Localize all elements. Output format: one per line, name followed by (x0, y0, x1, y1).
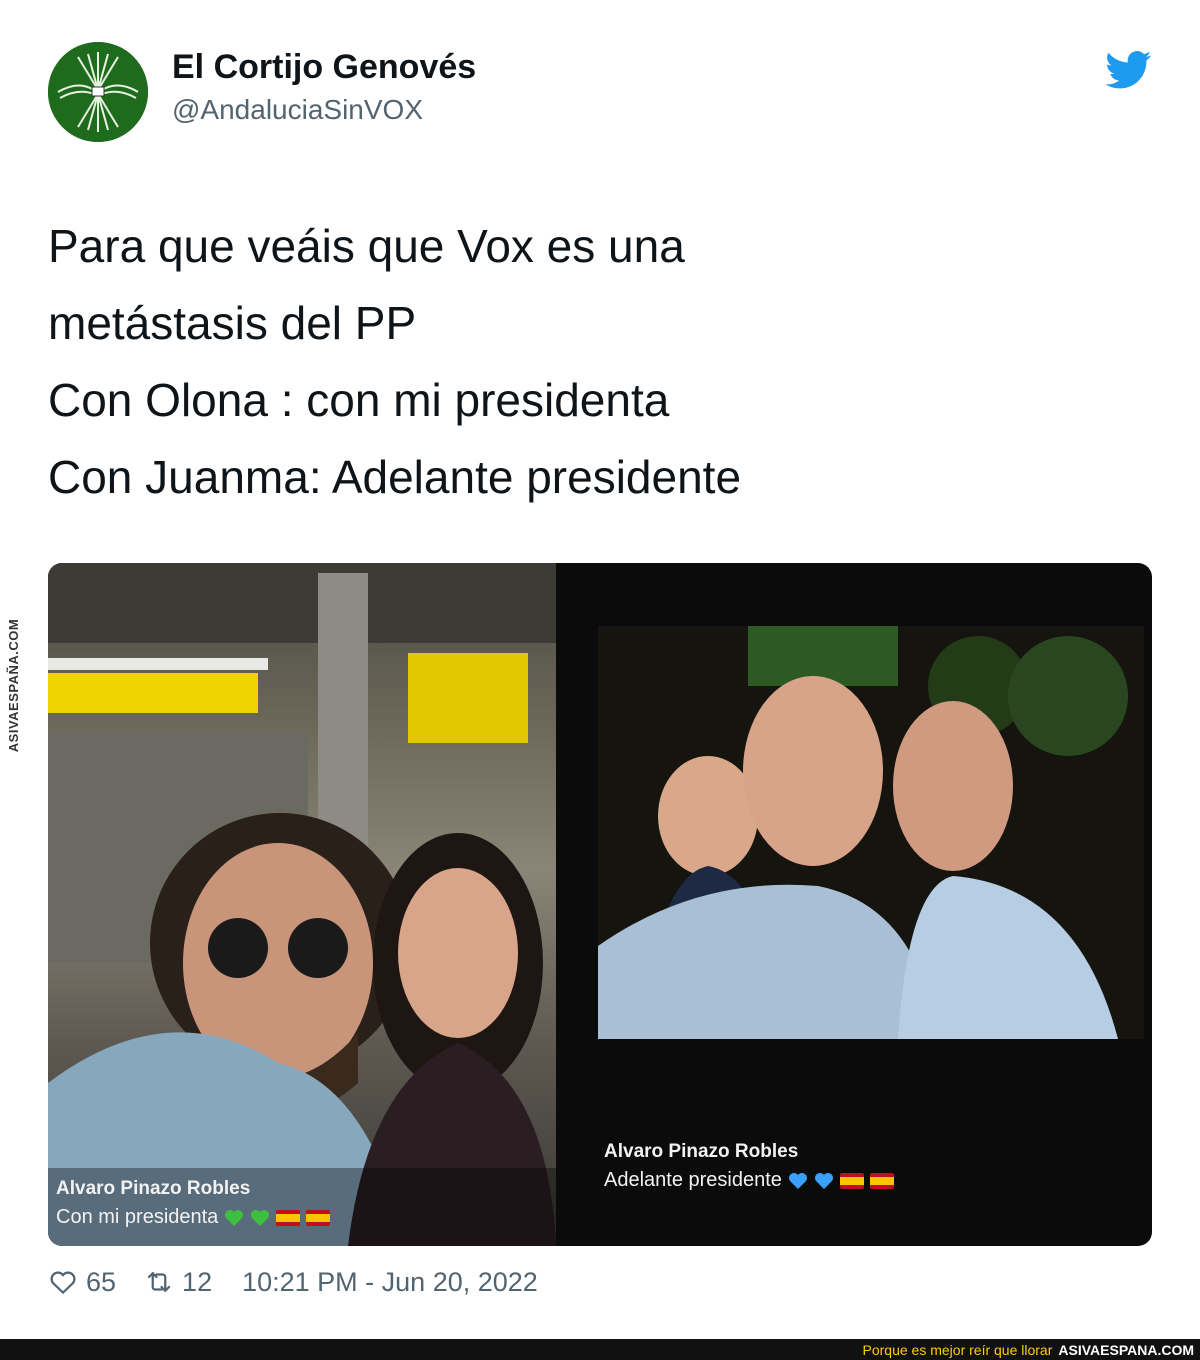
spain-flag-icon (839, 1172, 864, 1189)
spain-flag-icon (306, 1209, 331, 1226)
blue-heart-icon (788, 1172, 807, 1189)
photo-right (598, 626, 1144, 1039)
tweet-text-line: Con Olona : con mi presidenta (48, 374, 670, 426)
twitter-bird-icon[interactable] (1106, 50, 1152, 90)
tweet-media[interactable]: Alvaro Pinazo Robles Con mi presidenta A… (48, 563, 1152, 1246)
caption-left-text: Con mi presidenta (56, 1206, 219, 1228)
heart-icon (50, 1271, 76, 1295)
photo-right-scene (598, 626, 1144, 1039)
side-watermark-text: ASIVAESPAÑA.COM (6, 618, 22, 752)
retweet-button[interactable]: 12 (144, 1267, 212, 1298)
photo-left (48, 563, 556, 1246)
blue-heart-icon (814, 1172, 833, 1189)
spain-flag-icon (869, 1172, 894, 1189)
site-tagline: Porque es mejor reír que llorar (862, 1341, 1053, 1358)
tweet-text-line: metástasis del PP (48, 297, 417, 349)
tweet-text: Para que veáis que Vox es una metástasis… (48, 208, 1148, 516)
tweet-card: El Cortijo Genovés @AndaluciaSinVOX Para… (48, 30, 1152, 1297)
tweet-timestamp[interactable]: 10:21 PM - Jun 20, 2022 (242, 1267, 538, 1298)
caption-left: Alvaro Pinazo Robles Con mi presidenta (48, 1168, 556, 1246)
site-footer-bar: Porque es mejor reír que llorar ASIVAESP… (0, 1339, 1200, 1360)
caption-left-name: Alvaro Pinazo Robles (56, 1178, 251, 1199)
tweet-text-line: Para que veáis que Vox es una (48, 220, 685, 272)
caption-right-text: Adelante presidente (604, 1169, 782, 1191)
like-count: 65 (86, 1266, 117, 1297)
like-button[interactable]: 65 (48, 1267, 116, 1298)
tweet-text-line: Con Juanma: Adelante presidente (48, 451, 742, 503)
site-brand[interactable]: ASIVAESPANA.COM (1058, 1342, 1194, 1358)
tweet-footer: 65 12 10:21 PM - Jun 20, 2022 (48, 1262, 538, 1302)
caption-right-name: Alvaro Pinazo Robles (604, 1141, 799, 1162)
spain-flag-icon (276, 1209, 301, 1226)
retweet-count: 12 (182, 1266, 213, 1297)
caption-right: Alvaro Pinazo Robles Adelante presidente (604, 1141, 1044, 1192)
photo-left-scene (48, 563, 556, 1246)
side-watermark: ASIVAESPAÑA.COM (0, 610, 28, 760)
green-heart-icon (251, 1209, 270, 1226)
tweet-header: El Cortijo Genovés @AndaluciaSinVOX (48, 30, 1152, 142)
author-avatar[interactable] (48, 42, 148, 142)
green-heart-icon (225, 1209, 244, 1226)
caption-left-text-row: Con mi presidenta (56, 1206, 548, 1229)
caption-right-text-row: Adelante presidente (604, 1169, 1044, 1192)
author-handle[interactable]: @AndaluciaSinVOX (172, 94, 423, 126)
author-name[interactable]: El Cortijo Genovés (172, 48, 476, 87)
avatar-emblem-icon (48, 42, 148, 142)
retweet-icon (147, 1272, 171, 1292)
